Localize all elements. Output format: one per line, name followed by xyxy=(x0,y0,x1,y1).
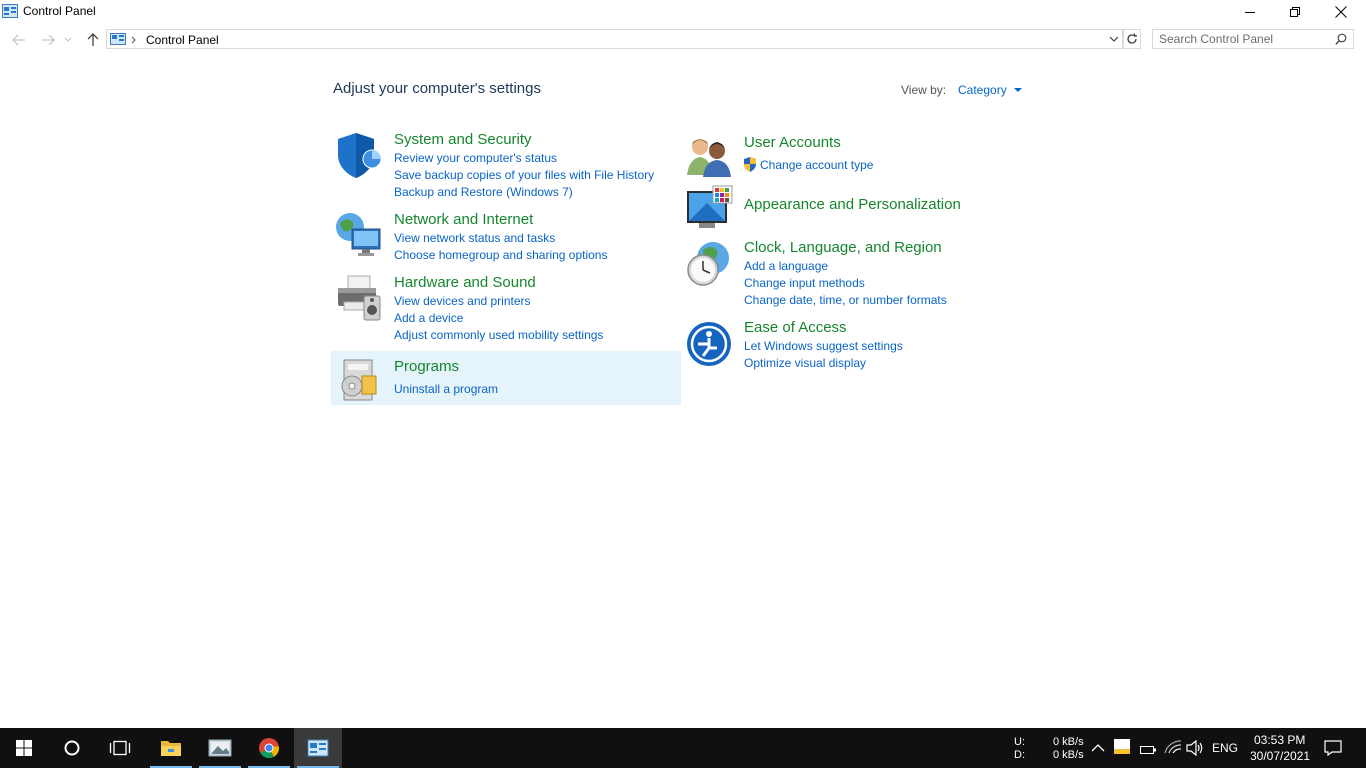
windows-logo-icon xyxy=(16,740,32,756)
dropdown-triangle-icon xyxy=(1014,88,1023,93)
programs-hover-highlight xyxy=(331,351,681,405)
view-network-status-link[interactable]: View network status and tasks xyxy=(394,231,555,245)
back-button[interactable] xyxy=(10,31,28,49)
action-center-button[interactable] xyxy=(1324,740,1342,761)
ease-of-access-link[interactable]: Ease of Access xyxy=(744,319,847,336)
net-upload-label: U: xyxy=(1014,736,1025,748)
review-computer-status-link[interactable]: Review your computer's status xyxy=(394,151,557,165)
programs-disc-icon xyxy=(341,359,377,401)
breadcrumb-control-panel[interactable]: Control Panel xyxy=(146,33,219,47)
volume-button[interactable] xyxy=(1186,739,1204,761)
taskbar: U: D: 0 kB/s 0 kB/s ENG 03:53 PM 30/07/2… xyxy=(0,728,1366,768)
wifi-button[interactable] xyxy=(1164,740,1182,759)
homegroup-sharing-link[interactable]: Choose homegroup and sharing options xyxy=(394,248,607,262)
search-icon[interactable] xyxy=(1335,33,1347,45)
clock-time[interactable]: 03:53 PM xyxy=(1254,733,1305,747)
file-history-link[interactable]: Save backup copies of your files with Fi… xyxy=(394,168,654,182)
view-devices-printers-link[interactable]: View devices and printers xyxy=(394,294,531,308)
uninstall-program-link[interactable]: Uninstall a program xyxy=(394,382,498,396)
user-accounts-link[interactable]: User Accounts xyxy=(744,134,841,151)
forward-button[interactable] xyxy=(39,31,57,49)
show-hidden-icons-button[interactable] xyxy=(1091,740,1105,758)
printer-speaker-icon xyxy=(338,275,381,321)
task-view-icon xyxy=(109,740,131,756)
chevron-down-icon xyxy=(64,37,72,42)
back-arrow-icon xyxy=(12,34,25,46)
image-viewer-taskbar-button[interactable] xyxy=(196,728,244,768)
up-arrow-icon xyxy=(87,33,99,46)
close-button[interactable] xyxy=(1318,0,1364,24)
file-explorer-taskbar-button[interactable] xyxy=(147,728,195,768)
mobility-settings-link[interactable]: Adjust commonly used mobility settings xyxy=(394,328,603,342)
chrome-icon xyxy=(259,738,280,759)
restore-icon xyxy=(1290,7,1300,17)
image-viewer-icon xyxy=(208,739,232,757)
forward-arrow-icon xyxy=(42,34,55,46)
restore-button[interactable] xyxy=(1272,0,1318,24)
control-panel-icon xyxy=(307,739,329,757)
net-upload-speed: 0 kB/s xyxy=(1053,736,1084,748)
title-bar xyxy=(0,0,1366,24)
cortana-circle-icon xyxy=(64,740,80,756)
control-panel-location-icon xyxy=(110,33,126,45)
address-bar[interactable] xyxy=(106,29,1123,49)
minimize-button[interactable] xyxy=(1227,0,1273,24)
optimize-visual-display-link[interactable]: Optimize visual display xyxy=(744,356,866,370)
up-button[interactable] xyxy=(84,31,102,49)
view-by-dropdown[interactable]: Category xyxy=(958,83,1023,97)
backup-restore-link[interactable]: Backup and Restore (Windows 7) xyxy=(394,185,573,199)
control-panel-app-icon xyxy=(2,4,18,18)
ease-of-access-icon xyxy=(687,322,731,366)
uac-shield-icon xyxy=(744,157,756,172)
net-download-label: D: xyxy=(1014,749,1025,761)
search-taskbar-button[interactable] xyxy=(48,728,96,768)
search-input[interactable] xyxy=(1159,32,1329,46)
close-icon xyxy=(1335,6,1347,18)
add-device-link[interactable]: Add a device xyxy=(394,311,463,325)
minimize-icon xyxy=(1245,12,1255,13)
battery-button[interactable] xyxy=(1140,742,1156,760)
recent-locations-button[interactable] xyxy=(62,31,74,49)
battery-icon xyxy=(1140,746,1156,754)
appearance-and-personalization-link[interactable]: Appearance and Personalization xyxy=(744,196,961,213)
input-language-indicator[interactable]: ENG xyxy=(1212,741,1238,755)
address-dropdown-icon[interactable] xyxy=(1109,36,1119,43)
add-language-link[interactable]: Add a language xyxy=(744,259,828,273)
chevron-up-icon xyxy=(1091,744,1105,752)
speaker-icon xyxy=(1186,739,1203,757)
network-globe-icon xyxy=(336,213,381,256)
view-by-value: Category xyxy=(958,83,1007,97)
users-icon xyxy=(687,139,731,177)
wifi-icon xyxy=(1164,740,1182,754)
tray-app-button[interactable] xyxy=(1114,739,1130,760)
window-title: Control Panel xyxy=(23,4,96,18)
net-download-speed: 0 kB/s xyxy=(1053,749,1084,761)
monitor-palette-icon xyxy=(687,185,733,228)
clock-date[interactable]: 30/07/2021 xyxy=(1250,749,1310,763)
page-title: Adjust your computer's settings xyxy=(333,80,541,97)
chrome-taskbar-button[interactable] xyxy=(245,728,293,768)
start-button[interactable] xyxy=(0,728,48,768)
system-and-security-link[interactable]: System and Security xyxy=(394,131,532,148)
breadcrumb-chevron-icon[interactable] xyxy=(131,36,137,44)
shield-icon xyxy=(338,133,382,178)
task-view-button[interactable] xyxy=(96,728,144,768)
change-input-methods-link[interactable]: Change input methods xyxy=(744,276,865,290)
notification-icon xyxy=(1324,740,1342,757)
tray-app-icon xyxy=(1114,739,1130,754)
refresh-icon xyxy=(1127,33,1137,44)
refresh-button[interactable] xyxy=(1123,29,1141,49)
view-by-label: View by: xyxy=(901,83,947,97)
clock-language-region-link[interactable]: Clock, Language, and Region xyxy=(744,239,942,256)
network-and-internet-link[interactable]: Network and Internet xyxy=(394,211,533,228)
clock-globe-icon xyxy=(687,242,729,286)
change-account-type-link[interactable]: Change account type xyxy=(760,158,873,172)
folder-icon xyxy=(161,741,181,756)
hardware-and-sound-link[interactable]: Hardware and Sound xyxy=(394,274,536,291)
control-panel-taskbar-button[interactable] xyxy=(294,728,342,768)
windows-suggest-settings-link[interactable]: Let Windows suggest settings xyxy=(744,339,903,353)
programs-link[interactable]: Programs xyxy=(394,358,459,375)
search-box[interactable] xyxy=(1152,29,1354,49)
change-date-time-formats-link[interactable]: Change date, time, or number formats xyxy=(744,293,947,307)
